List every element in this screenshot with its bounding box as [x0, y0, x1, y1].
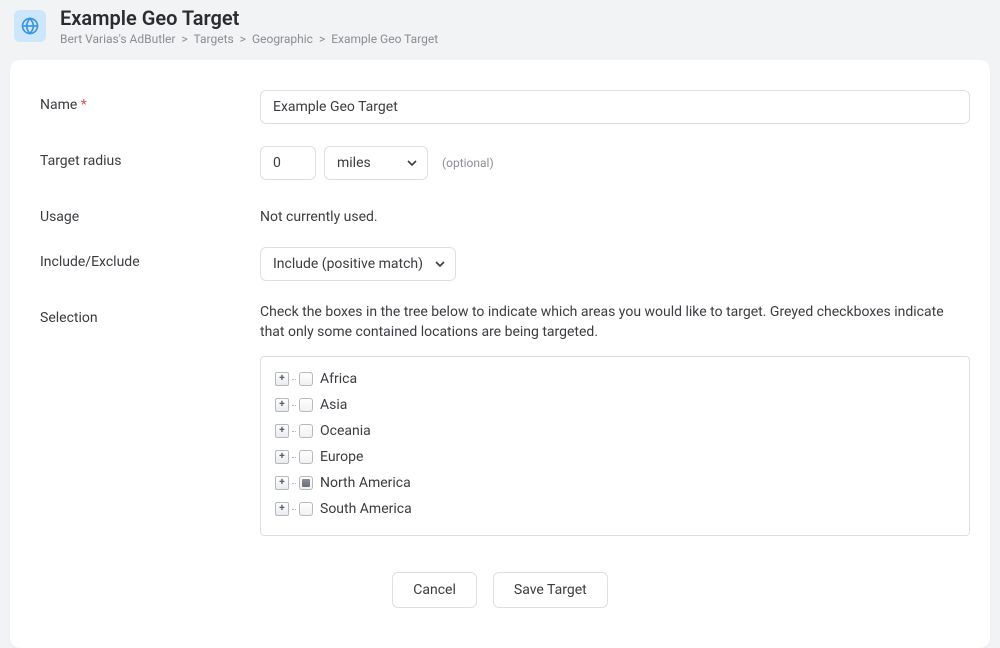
breadcrumb-item[interactable]: Geographic	[252, 32, 313, 46]
region-label: South America	[320, 501, 412, 517]
region-label: Africa	[320, 371, 357, 387]
cancel-button[interactable]: Cancel	[392, 572, 477, 608]
region-checkbox[interactable]	[299, 424, 313, 438]
region-label: Asia	[320, 397, 347, 413]
region-tree: + Africa + Asia + Oceania + Europe + North Americ…	[260, 356, 970, 536]
expand-icon[interactable]: +	[275, 450, 289, 464]
form-card: Name * Target radius miles (optional) Us…	[10, 60, 990, 648]
tree-item: + North America	[275, 475, 955, 491]
expand-icon[interactable]: +	[275, 398, 289, 412]
region-label: Europe	[320, 449, 363, 465]
tree-item: + Europe	[275, 449, 955, 465]
save-target-button[interactable]: Save Target	[493, 572, 608, 608]
region-checkbox[interactable]	[299, 372, 313, 386]
expand-icon[interactable]: +	[275, 372, 289, 386]
region-label: Oceania	[320, 423, 371, 439]
globe-icon	[14, 10, 46, 42]
page-header: Example Geo Target Bert Varias's AdButle…	[0, 0, 1000, 54]
region-label: North America	[320, 475, 411, 491]
radius-unit-select[interactable]: miles	[324, 146, 428, 180]
radius-label: Target radius	[40, 146, 260, 169]
page-title: Example Geo Target	[60, 6, 438, 30]
expand-icon[interactable]: +	[275, 476, 289, 490]
tree-connector	[292, 431, 296, 432]
tree-item: + Africa	[275, 371, 955, 387]
region-checkbox[interactable]	[299, 450, 313, 464]
tree-connector	[292, 509, 296, 510]
tree-connector	[292, 457, 296, 458]
usage-value: Not currently used.	[260, 202, 960, 225]
tree-connector	[292, 379, 296, 380]
tree-item: + Asia	[275, 397, 955, 413]
tree-item: + South America	[275, 501, 955, 517]
radius-optional-text: (optional)	[442, 156, 494, 170]
usage-label: Usage	[40, 202, 260, 225]
tree-connector	[292, 405, 296, 406]
region-checkbox[interactable]	[299, 476, 313, 490]
region-checkbox[interactable]	[299, 502, 313, 516]
expand-icon[interactable]: +	[275, 424, 289, 438]
include-exclude-select[interactable]: Include (positive match)	[260, 247, 456, 281]
include-exclude-label: Include/Exclude	[40, 247, 260, 270]
breadcrumb-item: Example Geo Target	[331, 32, 438, 46]
selection-label: Selection	[40, 303, 260, 326]
breadcrumb-item[interactable]: Bert Varias's AdButler	[60, 32, 175, 46]
radius-value-input[interactable]	[260, 146, 316, 180]
breadcrumb: Bert Varias's AdButler > Targets > Geogr…	[60, 32, 438, 46]
name-input[interactable]	[260, 90, 970, 124]
selection-help-text: Check the boxes in the tree below to ind…	[260, 303, 970, 342]
region-checkbox[interactable]	[299, 398, 313, 412]
expand-icon[interactable]: +	[275, 502, 289, 516]
name-label: Name *	[40, 90, 260, 113]
tree-item: + Oceania	[275, 423, 955, 439]
breadcrumb-item[interactable]: Targets	[193, 32, 233, 46]
tree-connector	[292, 483, 296, 484]
